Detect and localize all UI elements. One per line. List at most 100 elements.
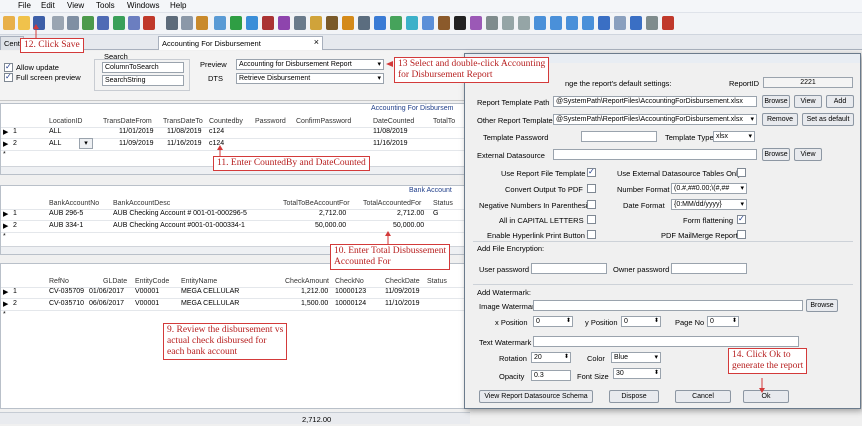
template-type-select[interactable]: xlsx [713, 131, 755, 142]
wand-icon[interactable] [310, 16, 322, 30]
print-icon[interactable] [52, 16, 64, 30]
page-no-stepper[interactable]: 0 ⬍ [707, 316, 739, 327]
color-select[interactable]: Blue [611, 352, 661, 363]
nav-left-icon[interactable] [566, 16, 578, 30]
close-tab-icon[interactable]: × [314, 37, 319, 47]
location-dropdown-icon[interactable]: ▾ [79, 138, 93, 149]
cancel-button[interactable]: Cancel [675, 390, 731, 403]
paste-icon[interactable] [196, 16, 208, 30]
new-row-marker[interactable]: * [3, 233, 6, 240]
stepper-icon[interactable]: ⬍ [654, 317, 659, 324]
filter-clear-icon[interactable] [614, 16, 626, 30]
cell-entity-code[interactable]: V00001 [135, 288, 159, 295]
cell-total-to-be[interactable]: 2,712.00 [319, 210, 346, 217]
col-location-id[interactable]: LocationID [49, 118, 82, 125]
cell-entity-code[interactable]: V00001 [135, 300, 159, 307]
sort-icon[interactable] [646, 16, 658, 30]
hyperlink-checkbox[interactable] [587, 230, 596, 239]
menu-windows[interactable]: Windows [127, 1, 159, 10]
key-icon[interactable] [470, 16, 482, 30]
col-status[interactable]: Status [433, 200, 453, 207]
cell-status[interactable]: G [433, 210, 438, 217]
calendar-icon[interactable] [214, 16, 226, 30]
col-check-no[interactable]: CheckNo [335, 278, 364, 285]
cell-counted-by[interactable]: c124 [209, 140, 224, 147]
other-templates-select[interactable]: @SystemPath\ReportFiles\AccountingForDis… [553, 114, 757, 125]
opacity-field[interactable]: 0.3 [531, 370, 571, 381]
col-trans-date-to[interactable]: TransDateTo [163, 118, 203, 125]
cell-account-desc[interactable]: AUB Checking Account #001-01-000334-1 [113, 222, 245, 229]
new-icon[interactable] [3, 16, 15, 30]
search-string-field[interactable]: SearchString [102, 75, 184, 86]
col-status[interactable]: Status [427, 278, 447, 285]
col-password[interactable]: Password [255, 118, 286, 125]
view-template-button[interactable]: View [794, 95, 822, 108]
full-screen-checkbox[interactable] [4, 72, 13, 82]
menu-file[interactable]: File [18, 1, 31, 10]
cell-date-counted[interactable]: 11/16/2019 [373, 140, 408, 147]
save-icon[interactable] [33, 16, 45, 30]
nav-down-icon[interactable] [550, 16, 562, 30]
new-row-marker[interactable]: * [3, 311, 6, 318]
number-format-select[interactable]: (0.#,##0.00;\(#,## [671, 183, 747, 194]
use-file-template-checkbox[interactable] [587, 167, 596, 177]
user-password-field[interactable] [531, 263, 607, 274]
image-icon[interactable] [406, 16, 418, 30]
pen-icon[interactable] [454, 16, 466, 30]
col-gl-date[interactable]: GLDate [103, 278, 127, 285]
col-bank-account-desc[interactable]: BankAccountDesc [113, 200, 170, 207]
menu-view[interactable]: View [67, 1, 84, 10]
rotation-stepper[interactable]: 20 ⬍ [531, 352, 571, 363]
cell-counted-by[interactable]: c124 [209, 128, 224, 135]
y-position-stepper[interactable]: 0 ⬍ [621, 316, 661, 327]
template-password-field[interactable] [581, 131, 657, 142]
mail-icon[interactable] [278, 16, 290, 30]
col-date-counted[interactable]: DateCounted [373, 118, 414, 125]
cell-date-counted[interactable]: 11/08/2019 [373, 128, 408, 135]
browse-datasource-button[interactable]: Browse [762, 148, 790, 161]
zoom-in-icon[interactable] [518, 16, 530, 30]
open-folder-icon[interactable] [18, 16, 30, 30]
cell-date-to[interactable]: 11/08/2019 [167, 128, 202, 135]
stepper-icon[interactable]: ⬍ [564, 353, 569, 360]
cell-account-no[interactable]: AUB 296-5 [49, 210, 83, 217]
font-size-stepper[interactable]: 30 ⬍ [613, 368, 661, 379]
column-to-search-field[interactable]: ColumnToSearch [102, 62, 184, 73]
folder-icon[interactable] [422, 16, 434, 30]
col-total-accounted[interactable]: TotalAccountedFor [363, 200, 421, 207]
col-total-to[interactable]: TotalTo [433, 118, 455, 125]
date-format-select[interactable]: {0:MM/dd/yyyy} [671, 199, 747, 210]
stamp-icon[interactable] [358, 16, 370, 30]
col-confirm-password[interactable]: ConfirmPassword [296, 118, 351, 125]
template-path-field[interactable]: @SystemPath\ReportFiles\AccountingForDis… [553, 96, 757, 107]
stepper-icon[interactable]: ⬍ [732, 317, 737, 324]
dts-select[interactable]: Retrieve Disbursement [236, 73, 384, 84]
pdf-mailmerge-checkbox[interactable] [737, 230, 746, 239]
filter-icon[interactable] [598, 16, 610, 30]
dispose-button[interactable]: Dispose [609, 390, 659, 403]
cell-date-from[interactable]: 11/09/2019 [119, 140, 154, 147]
image-watermark-field[interactable] [533, 300, 803, 311]
col-counted-by[interactable]: Countedby [209, 118, 243, 125]
export-icon[interactable] [390, 16, 402, 30]
x-position-stepper[interactable]: 0 ⬍ [533, 316, 573, 327]
stepper-icon[interactable]: ⬍ [566, 317, 571, 324]
nav-up-icon[interactable] [534, 16, 546, 30]
info-icon[interactable] [246, 16, 258, 30]
cell-location[interactable]: ALL [49, 140, 61, 147]
cell-date-from[interactable]: 11/01/2019 [119, 128, 154, 135]
menu-edit[interactable]: Edit [41, 1, 55, 10]
new-row-marker[interactable]: * [3, 151, 6, 158]
col-trans-date-from[interactable]: TransDateFrom [103, 118, 152, 125]
browse-template-button[interactable]: Browse [762, 95, 790, 108]
col-total-to-be-accounted[interactable]: TotalToBeAccountFor [283, 200, 350, 207]
refresh-icon[interactable] [113, 16, 125, 30]
cell-check-date[interactable]: 11/10/2019 [385, 300, 420, 307]
ok-button[interactable]: Ok [743, 390, 789, 403]
table-icon[interactable] [97, 16, 109, 30]
tab-accounting-disbursement[interactable]: Accounting For Disbursement × [158, 36, 323, 50]
negative-paren-checkbox[interactable] [587, 200, 596, 209]
cell-ref-no[interactable]: CV-035710 [49, 300, 84, 307]
text-watermark-field[interactable] [533, 336, 799, 347]
cell-account-desc[interactable]: AUB Checking Account # 001-01-000296-5 [113, 210, 247, 217]
